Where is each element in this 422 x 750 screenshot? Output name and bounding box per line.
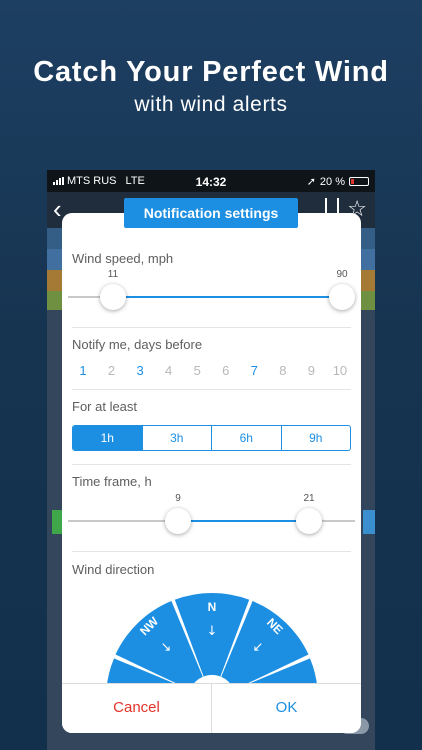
wind-speed-label: Wind speed, mph bbox=[72, 251, 174, 266]
promo-subheadline: with wind alerts bbox=[134, 93, 288, 116]
divider bbox=[72, 464, 351, 465]
dialog-footer: Cancel OK bbox=[62, 683, 361, 733]
wind-speed-range bbox=[113, 296, 342, 298]
for-at-least-label: For at least bbox=[72, 399, 138, 414]
divider bbox=[72, 327, 351, 328]
ok-button[interactable]: OK bbox=[212, 684, 361, 733]
time-frame-max-handle[interactable] bbox=[296, 508, 322, 534]
arrow-n-icon: ↓ bbox=[207, 624, 218, 639]
arrow-nw-icon: ↘ bbox=[161, 640, 172, 655]
day-option-2[interactable]: 2 bbox=[101, 363, 123, 378]
duration-segmented-control: 1h 3h 6h 9h bbox=[72, 425, 351, 451]
day-option-1[interactable]: 1 bbox=[72, 363, 94, 378]
wind-speed-min-handle[interactable] bbox=[100, 284, 126, 310]
status-right: ➚ 20 % bbox=[307, 175, 369, 188]
time-frame-label: Time frame, h bbox=[72, 474, 152, 489]
cancel-button[interactable]: Cancel bbox=[62, 684, 212, 733]
battery-percent: 20 % bbox=[319, 175, 345, 188]
location-arrow-icon: ➚ bbox=[306, 176, 316, 188]
notify-days-label: Notify me, days before bbox=[72, 337, 203, 352]
wind-speed-min-value: 11 bbox=[107, 269, 119, 280]
status-bar: MTS RUS LTE 14:32 ➚ 20 % bbox=[47, 170, 375, 192]
divider bbox=[72, 389, 351, 390]
dialog-title: Notification settings bbox=[124, 198, 298, 228]
duration-option-3h[interactable]: 3h bbox=[141, 426, 212, 450]
notify-days-selector: 1 2 3 4 5 6 7 8 9 10 bbox=[72, 363, 351, 378]
day-option-6[interactable]: 6 bbox=[215, 363, 237, 378]
time-frame-min-value: 9 bbox=[175, 493, 181, 504]
wind-direction-label: Wind direction bbox=[72, 562, 155, 577]
day-option-9[interactable]: 9 bbox=[300, 363, 322, 378]
divider bbox=[72, 551, 351, 552]
day-option-3[interactable]: 3 bbox=[129, 363, 151, 378]
back-chevron-icon[interactable]: ‹ bbox=[53, 194, 62, 225]
day-option-4[interactable]: 4 bbox=[158, 363, 180, 378]
time-frame-max-value: 21 bbox=[303, 493, 315, 504]
arrow-ne-icon: ↙ bbox=[253, 640, 264, 655]
wind-speed-max-handle[interactable] bbox=[329, 284, 355, 310]
day-option-10[interactable]: 10 bbox=[329, 363, 351, 378]
time-frame-min-handle[interactable] bbox=[165, 508, 191, 534]
time-frame-range bbox=[178, 520, 309, 522]
duration-option-1h[interactable]: 1h bbox=[73, 426, 142, 450]
wind-speed-max-value: 90 bbox=[336, 269, 348, 280]
duration-option-9h[interactable]: 9h bbox=[280, 426, 351, 450]
day-option-7[interactable]: 7 bbox=[243, 363, 265, 378]
promo-headline: Catch Your Perfect Wind bbox=[33, 56, 389, 88]
day-option-8[interactable]: 8 bbox=[272, 363, 294, 378]
sector-label-n: N bbox=[208, 600, 217, 614]
duration-option-6h[interactable]: 6h bbox=[211, 426, 281, 450]
forecast-bar-blue bbox=[363, 510, 375, 534]
wind-direction-compass: NW N NE ↘ ↓ ↙ bbox=[106, 592, 318, 689]
battery-icon bbox=[349, 177, 369, 186]
notification-settings-dialog: Wind speed, mph 11 90 Notify me, days be… bbox=[62, 213, 361, 733]
day-option-5[interactable]: 5 bbox=[186, 363, 208, 378]
